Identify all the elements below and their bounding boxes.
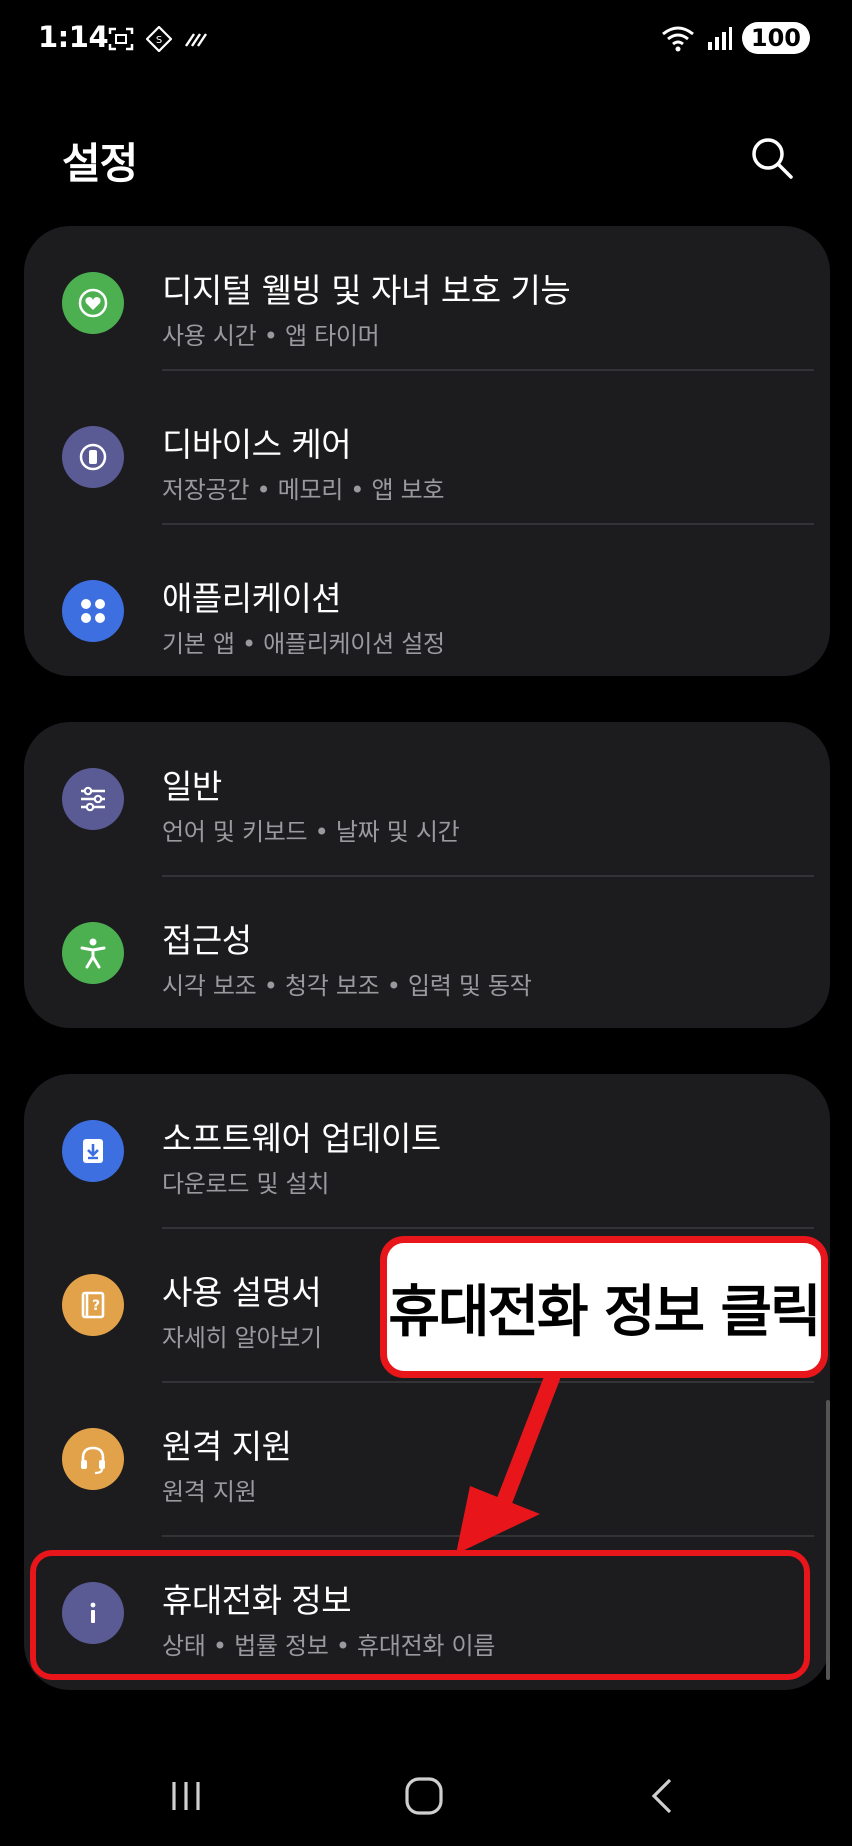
status-icons-right: 100	[660, 22, 810, 54]
item-title: 원격 지원	[162, 1427, 292, 1466]
item-subtitle: 시각 보조 • 청각 보조 • 입력 및 동작	[162, 972, 532, 1000]
item-subtitle: 자세히 알아보기	[162, 1324, 322, 1352]
item-subtitle: 다운로드 및 설치	[162, 1170, 330, 1198]
item-title: 소프트웨어 업데이트	[162, 1119, 441, 1158]
item-subtitle: 저장공간 • 메모리 • 앱 보호	[162, 476, 445, 504]
status-bar: 1:14 S 100	[0, 0, 852, 80]
settings-item-device-care[interactable]: 디바이스 케어 저장공간 • 메모리 • 앱 보호	[24, 380, 830, 534]
item-title: 일반	[162, 767, 222, 806]
wifi-icon	[661, 26, 694, 52]
arrow-annotation	[456, 1376, 560, 1554]
page-title: 설정	[62, 139, 138, 188]
home-button[interactable]	[394, 1766, 454, 1826]
item-title: 사용 설명서	[162, 1273, 322, 1312]
settings-item-applications[interactable]: 애플리케이션 기본 앱 • 애플리케이션 설정	[24, 534, 830, 688]
user-manual-icon: ?	[62, 1274, 124, 1336]
signal-icon	[707, 27, 732, 50]
divider	[162, 369, 814, 371]
search-button[interactable]	[748, 134, 796, 182]
item-subtitle: 언어 및 키보드 • 날짜 및 시간	[162, 818, 460, 846]
recents-button[interactable]	[156, 1766, 216, 1826]
settings-item-remote-support[interactable]: 원격 지원 원격 지원	[24, 1382, 830, 1536]
divider	[162, 523, 814, 525]
settings-item-software-update[interactable]: 소프트웨어 업데이트 다운로드 및 설치	[24, 1074, 830, 1228]
battery-indicator: 100	[741, 22, 810, 54]
navigation-bar	[0, 1740, 852, 1846]
search-icon	[752, 138, 793, 179]
back-button[interactable]	[634, 1766, 694, 1826]
screenshot-icon	[108, 27, 134, 51]
status-time: 1:14	[38, 20, 109, 54]
item-title: 디바이스 케어	[162, 425, 352, 464]
item-title: 애플리케이션	[162, 579, 342, 618]
settings-item-general[interactable]: 일반 언어 및 키보드 • 날짜 및 시간	[24, 722, 830, 876]
item-title: 디지털 웰빙 및 자녀 보호 기능	[162, 271, 571, 310]
scrollbar[interactable]	[826, 1400, 830, 1680]
svg-text:S: S	[156, 35, 162, 46]
item-title: 접근성	[162, 921, 252, 960]
status-icons-left: S	[108, 26, 210, 52]
svg-text:?: ?	[92, 1298, 100, 1314]
item-subtitle: 기본 앱 • 애플리케이션 설정	[162, 630, 445, 658]
item-subtitle: 사용 시간 • 앱 타이머	[162, 322, 380, 350]
highlight-box	[30, 1550, 810, 1680]
settings-group-1: 디지털 웰빙 및 자녀 보호 기능 사용 시간 • 앱 타이머 디바이스 케어 …	[24, 226, 830, 676]
digital-wellbeing-icon	[62, 272, 124, 334]
callout-label: 휴대전화 정보 클릭	[380, 1236, 828, 1378]
back-icon	[651, 1778, 672, 1814]
settings-badge-icon: S	[146, 26, 172, 52]
accessibility-icon	[62, 922, 124, 984]
home-icon	[405, 1777, 443, 1815]
network-icon	[185, 33, 207, 47]
device-care-icon	[62, 426, 124, 488]
software-update-icon	[62, 1120, 124, 1182]
settings-group-2: 일반 언어 및 키보드 • 날짜 및 시간 접근성 시각 보조 • 청각 보조 …	[24, 722, 830, 1028]
apps-icon	[62, 580, 124, 642]
item-subtitle: 원격 지원	[162, 1478, 257, 1506]
settings-item-digital-wellbeing[interactable]: 디지털 웰빙 및 자녀 보호 기능 사용 시간 • 앱 타이머	[24, 226, 830, 380]
remote-support-icon	[62, 1428, 124, 1490]
general-icon	[62, 768, 124, 830]
settings-item-accessibility[interactable]: 접근성 시각 보조 • 청각 보조 • 입력 및 동작	[24, 876, 830, 1030]
recents-icon	[172, 1782, 200, 1810]
